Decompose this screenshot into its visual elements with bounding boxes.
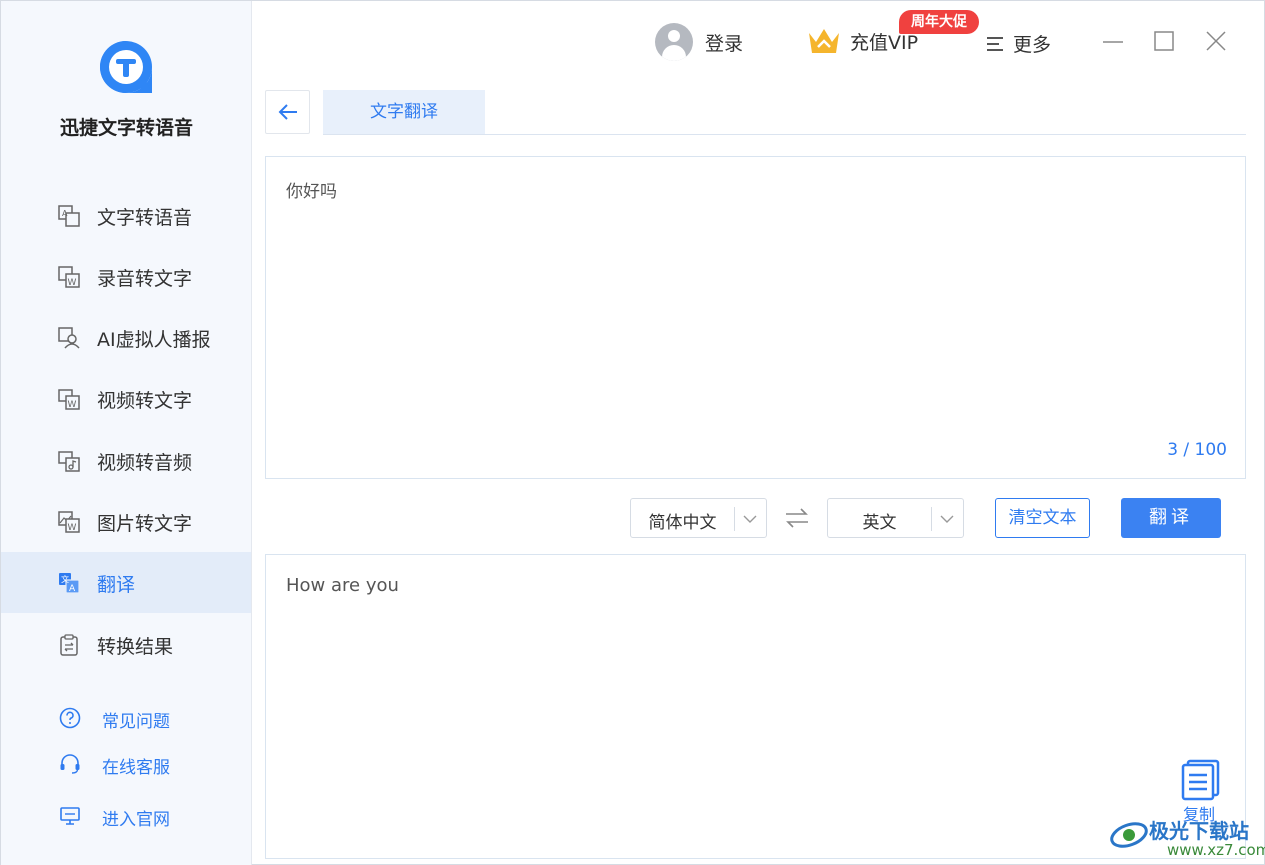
svg-text:W: W — [68, 400, 77, 410]
ai-avatar-icon — [58, 327, 80, 349]
app-name: 迅捷文字转语音 — [59, 117, 193, 139]
sidebar-item-video-to-audio[interactable]: 视频转音频 — [1, 430, 251, 491]
text-to-speech-icon: A — [58, 205, 80, 227]
image-to-text-icon: W — [58, 511, 80, 533]
video-to-text-icon: W — [58, 389, 80, 410]
tab-divider — [323, 134, 1246, 135]
faq-link[interactable]: 常见问题 — [1, 700, 251, 736]
sidebar-item-label: AI虚拟人播报 — [97, 329, 211, 351]
back-button[interactable] — [265, 90, 310, 134]
translate-icon: 文 A — [59, 573, 80, 594]
sidebar-item-label: 视频转文字 — [97, 390, 193, 412]
arrow-left-icon — [278, 104, 297, 120]
sidebar-item-label: 图片转文字 — [97, 513, 193, 535]
svg-text:文: 文 — [61, 574, 69, 584]
sidebar-item-text-to-speech[interactable]: A 文字转语音 — [1, 185, 251, 246]
official-site-link[interactable]: 进入官网 — [1, 798, 251, 834]
sidebar-item-image-to-text[interactable]: W 图片转文字 — [1, 491, 251, 552]
target-language-select[interactable]: 英文 — [827, 498, 964, 538]
translation-result-area[interactable]: How are you — [265, 554, 1246, 859]
sidebar-item-label: 翻译 — [97, 574, 136, 596]
audio-to-text-icon: W — [58, 266, 80, 288]
sidebar-item-translate[interactable]: 文 A 翻译 — [1, 552, 251, 613]
crown-icon — [809, 29, 839, 53]
watermark-text: 极光下载站 — [1149, 819, 1249, 843]
source-text-area[interactable]: 你好吗 3 / 100 — [265, 156, 1246, 479]
sidebar-item-results[interactable]: 转换结果 — [1, 614, 251, 675]
target-language-value: 英文 — [862, 513, 897, 533]
translate-button[interactable]: 翻译 — [1121, 498, 1221, 538]
tab-text-translate[interactable]: 文字翻译 — [323, 90, 485, 135]
menu-icon — [987, 36, 1003, 51]
chevron-down-icon — [940, 515, 954, 523]
login-button[interactable]: 登录 — [655, 23, 743, 61]
help-circle-icon — [59, 707, 81, 729]
video-to-audio-icon — [58, 451, 80, 472]
headset-icon — [60, 754, 80, 774]
sidebar-item-video-to-text[interactable]: W 视频转文字 — [1, 368, 251, 429]
sidebar-item-label: 视频转音频 — [97, 452, 193, 474]
more-label: 更多 — [1013, 34, 1052, 56]
online-support-label: 在线客服 — [102, 758, 170, 778]
promo-badge: 周年大促 — [899, 10, 979, 34]
char-count: 3 / 100 — [1167, 440, 1227, 460]
source-language-select[interactable]: 简体中文 — [630, 498, 767, 538]
watermark-logo-icon — [1110, 822, 1148, 848]
more-menu-button[interactable]: 更多 — [985, 30, 1051, 57]
sidebar-item-label: 文字转语音 — [97, 207, 193, 229]
clipboard-icon — [60, 634, 78, 656]
sidebar: 迅捷文字转语音 A 文字转语音 W 录音转文字 AI虚拟人播报 W 视频转文字 … — [1, 1, 252, 865]
watermark-url: www.xz7.com — [1167, 841, 1265, 859]
svg-text:A: A — [69, 584, 76, 594]
swap-languages-icon[interactable] — [784, 506, 810, 530]
sidebar-item-label: 录音转文字 — [97, 268, 193, 290]
sidebar-item-label: 转换结果 — [97, 636, 174, 658]
app-logo-icon — [100, 41, 152, 93]
maximize-icon[interactable] — [1152, 29, 1176, 53]
close-icon[interactable] — [1204, 29, 1228, 53]
faq-label: 常见问题 — [102, 712, 170, 732]
official-site-label: 进入官网 — [102, 810, 170, 830]
source-language-value: 简体中文 — [648, 513, 717, 533]
minimize-icon[interactable] — [1101, 29, 1125, 53]
svg-text:A: A — [62, 209, 68, 218]
sidebar-item-audio-to-text[interactable]: W 录音转文字 — [1, 246, 251, 307]
login-label: 登录 — [705, 32, 744, 55]
app-window: 迅捷文字转语音 A 文字转语音 W 录音转文字 AI虚拟人播报 W 视频转文字 … — [0, 0, 1265, 865]
watermark: 极光下载站 www.xz7.com — [1107, 811, 1265, 863]
translation-text: How are you — [286, 575, 399, 596]
svg-text:W: W — [68, 523, 77, 533]
chevron-down-icon — [743, 515, 757, 523]
online-support-link[interactable]: 在线客服 — [1, 746, 251, 782]
avatar — [655, 23, 693, 61]
copy-icon — [1181, 759, 1220, 801]
source-text: 你好吗 — [286, 182, 337, 202]
svg-text:W: W — [68, 278, 77, 288]
sidebar-item-ai-avatar[interactable]: AI虚拟人播报 — [1, 307, 251, 368]
clear-text-button[interactable]: 清空文本 — [995, 498, 1090, 538]
monitor-icon — [60, 807, 80, 825]
